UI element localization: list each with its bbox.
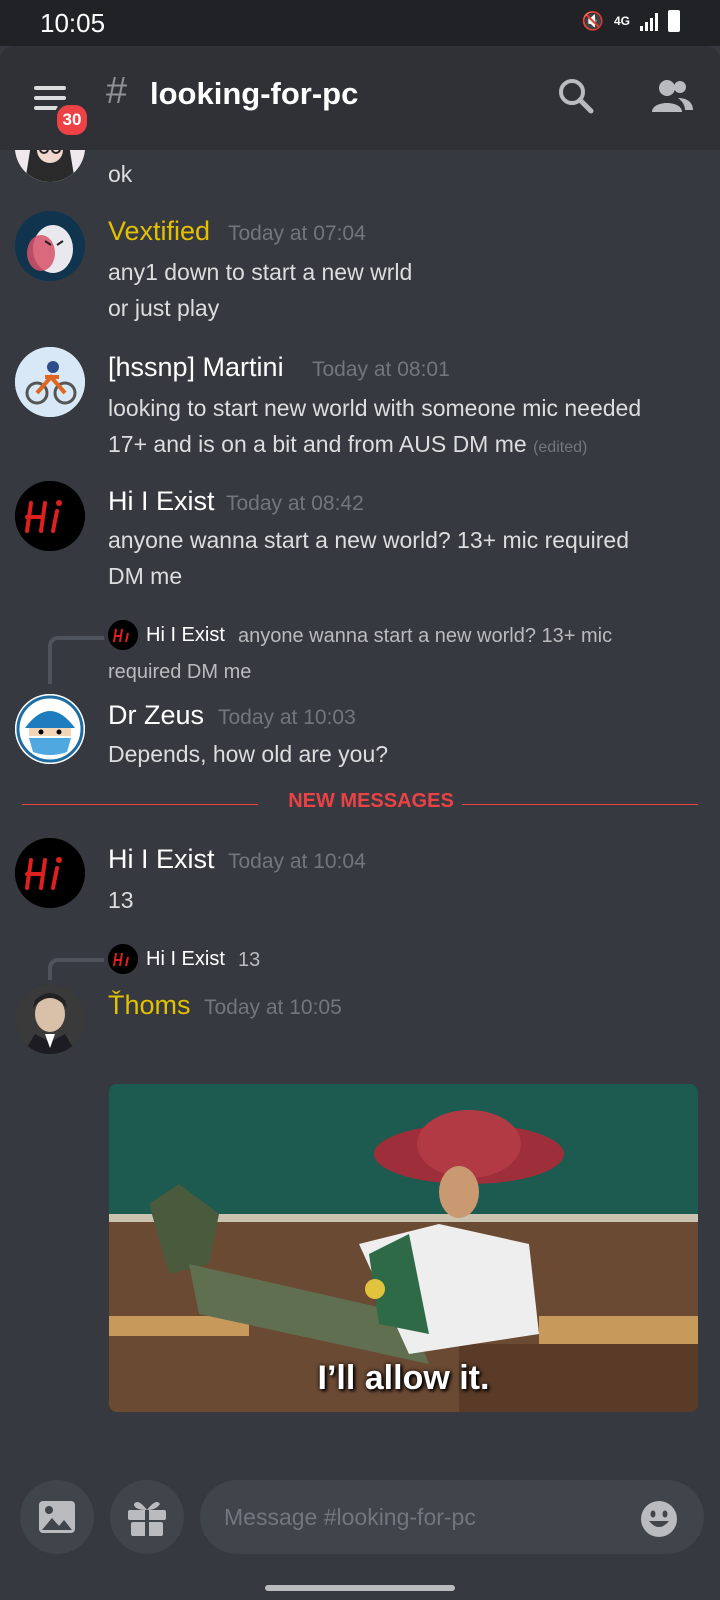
message-list[interactable]: ok Vextified Today at 07:04 any1 down to… [0, 150, 720, 1450]
hamburger-icon-bar [34, 106, 58, 110]
new-messages-label: NEW MESSAGES [288, 790, 454, 812]
gift-button[interactable] [110, 1480, 184, 1554]
signal-icon [640, 11, 658, 31]
username[interactable]: Hi I Exist [108, 844, 215, 875]
message-text: looking to start new world with someone … [108, 395, 642, 421]
message-input[interactable] [200, 1480, 704, 1554]
divider-line [22, 804, 258, 805]
channel-title[interactable]: looking-for-pc [150, 76, 358, 112]
message-text: Depends, how old are you? [108, 741, 389, 767]
message-text: 13 [108, 887, 134, 913]
reply-preview[interactable]: required DM me [108, 654, 251, 690]
avatar[interactable] [15, 211, 85, 281]
username[interactable]: Hi I Exist [108, 486, 215, 517]
username[interactable]: [hssnp] Martini [108, 352, 284, 383]
message-composer [0, 1450, 720, 1600]
status-time: 10:05 [40, 8, 106, 38]
avatar[interactable] [15, 694, 85, 764]
avatar[interactable] [15, 984, 85, 1054]
reply-connector [48, 958, 104, 980]
timestamp: Today at 10:03 [218, 706, 356, 729]
status-bar: 10:05 🔇 4G [0, 0, 720, 46]
reply-avatar[interactable] [108, 620, 138, 650]
battery-icon [668, 10, 680, 32]
hash-icon: # [106, 70, 128, 112]
username[interactable]: Vextified [108, 216, 210, 247]
gift-icon [128, 1502, 166, 1536]
timestamp: Today at 10:05 [204, 996, 342, 1019]
avatar[interactable] [15, 481, 85, 551]
reply-preview[interactable]: anyone wanna start a new world? 13+ mic [238, 618, 612, 654]
message-text: DM me [108, 563, 183, 589]
message-text: anyone wanna start a new world? 13+ mic … [108, 527, 629, 553]
home-indicator[interactable] [265, 1585, 455, 1591]
message-text: ok [108, 161, 133, 187]
status-icons: 🔇 4G [582, 10, 680, 32]
channel-header: 30 # looking-for-pc [0, 46, 720, 150]
timestamp: Today at 10:04 [228, 850, 366, 873]
message-text: 17+ and is on a bit and from AUS DM me (… [108, 426, 698, 466]
search-icon[interactable] [556, 76, 596, 116]
reply-author[interactable]: Hi I Exist [146, 948, 225, 971]
members-icon[interactable] [650, 76, 694, 116]
timestamp: Today at 08:42 [226, 492, 364, 515]
gif-attachment[interactable]: I’ll allow it. [109, 1084, 698, 1412]
reply-author[interactable]: Hi I Exist [146, 624, 225, 647]
network-label: 4G [613, 14, 630, 28]
hamburger-icon-bar [34, 96, 66, 100]
divider-line [462, 804, 698, 805]
attach-image-button[interactable] [20, 1480, 94, 1554]
edited-label: (edited) [533, 439, 588, 456]
avatar[interactable] [15, 347, 85, 417]
menu-button[interactable]: 30 [28, 74, 90, 138]
message-text: any1 down to start a new wrld [108, 259, 413, 285]
emoji-icon[interactable] [640, 1500, 678, 1538]
gif-caption: I’ll allow it. [317, 1359, 490, 1397]
username[interactable]: Dr Zeus [108, 700, 204, 731]
username[interactable]: Ťhoms [108, 990, 191, 1021]
timestamp: Today at 08:01 [312, 358, 450, 381]
avatar[interactable] [15, 838, 85, 908]
message-text-line: 17+ and is on a bit and from AUS DM me [108, 431, 527, 457]
unread-badge: 30 [54, 102, 90, 138]
new-messages-divider: NEW MESSAGES [22, 790, 698, 812]
reply-preview[interactable]: 13 [238, 942, 260, 978]
hamburger-icon [34, 86, 66, 90]
timestamp: Today at 07:04 [228, 222, 366, 245]
reply-avatar[interactable] [108, 944, 138, 974]
avatar[interactable] [15, 150, 85, 182]
reply-connector [48, 636, 104, 684]
message-text: or just play [108, 295, 220, 321]
image-icon [39, 1501, 75, 1533]
mute-icon: 🔇 [581, 10, 604, 31]
